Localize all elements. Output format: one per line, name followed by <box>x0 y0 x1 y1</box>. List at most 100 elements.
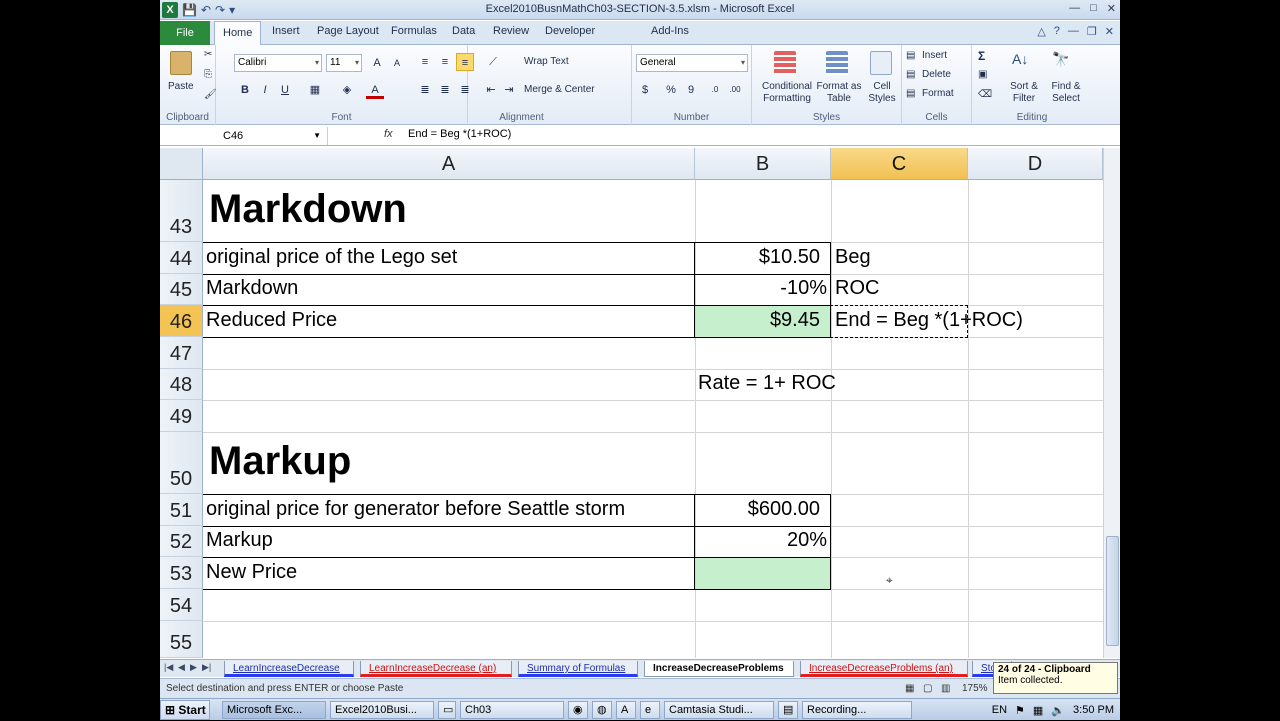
cell-b48[interactable]: Rate = 1+ ROC <box>698 372 836 395</box>
row-header[interactable]: 46 <box>160 305 203 337</box>
name-box[interactable]: C46 ▼ <box>160 127 328 145</box>
autosum-icon[interactable]: Σ <box>978 49 985 63</box>
tab-insert[interactable]: Insert <box>272 25 300 37</box>
cell-c46[interactable]: End = Beg *(1+ROC) <box>835 309 1023 332</box>
font-size-combo[interactable]: 11 <box>326 54 362 72</box>
column-header-d[interactable]: D <box>968 148 1103 180</box>
number-format-combo[interactable]: General <box>636 54 748 72</box>
shrink-font-icon[interactable]: A <box>388 54 406 72</box>
taskbar-item-camtasia[interactable]: Camtasia Studi... <box>664 701 774 719</box>
row-header[interactable]: 43 <box>160 180 203 242</box>
orientation-icon[interactable]: ⟋ <box>484 53 502 71</box>
page-layout-view-icon[interactable]: ▢ <box>923 679 932 698</box>
font-color-icon[interactable]: A <box>366 81 384 99</box>
cut-icon[interactable]: ✂ <box>204 49 212 60</box>
cell-a43[interactable]: Markdown <box>209 187 407 232</box>
network-icon[interactable]: ▦ <box>1033 704 1043 717</box>
align-bottom-icon[interactable]: ≡ <box>456 53 474 71</box>
workbook-close-icon[interactable]: ✕ <box>1105 25 1114 38</box>
sheet-tab[interactable]: LearnIncreaseDecrease (an) <box>360 661 512 677</box>
select-all-corner[interactable] <box>160 148 203 180</box>
format-as-table-icon[interactable] <box>826 51 848 75</box>
taskbar-item-word[interactable]: Excel2010Busi... <box>330 701 434 719</box>
binoculars-icon[interactable]: 🔭 <box>1052 51 1074 75</box>
clock[interactable]: 3:50 PM <box>1073 704 1114 716</box>
cell-b44[interactable]: $10.50 <box>695 246 820 269</box>
decrease-decimal-icon[interactable]: .00 <box>726 81 744 99</box>
cell-a45[interactable]: Markdown <box>206 277 298 300</box>
ie-icon[interactable]: e <box>640 701 660 719</box>
maximize-button[interactable]: □ <box>1090 2 1097 15</box>
wrap-text-button[interactable]: Wrap Text <box>524 56 569 67</box>
row-header[interactable]: 45 <box>160 274 203 305</box>
help-icon[interactable]: ? <box>1054 25 1060 38</box>
cell-c45[interactable]: ROC <box>835 277 879 300</box>
vertical-scrollbar[interactable] <box>1103 148 1120 658</box>
italic-button[interactable]: I <box>256 81 274 99</box>
row-header[interactable]: 44 <box>160 242 203 274</box>
firefox-icon[interactable]: ◍ <box>592 701 612 719</box>
first-sheet-icon[interactable]: |◀ <box>164 662 173 673</box>
tab-developer[interactable]: Developer <box>545 25 595 37</box>
borders-icon[interactable]: ▦ <box>306 81 324 99</box>
access-icon[interactable]: A <box>616 701 636 719</box>
increase-decimal-icon[interactable]: .0 <box>706 81 724 99</box>
flag-icon[interactable]: ⚑ <box>1015 704 1025 717</box>
row-header[interactable]: 49 <box>160 400 203 432</box>
language-indicator[interactable]: EN <box>992 704 1007 716</box>
tab-data[interactable]: Data <box>452 25 475 37</box>
sheet-tab[interactable]: Summary of Formulas <box>518 661 638 677</box>
fill-color-icon[interactable]: ◈ <box>338 81 356 99</box>
row-header[interactable]: 52 <box>160 526 203 557</box>
row-header[interactable]: 50 <box>160 432 203 494</box>
row-header[interactable]: 55 <box>160 621 203 658</box>
minimize-button[interactable]: — <box>1069 2 1080 15</box>
tab-review[interactable]: Review <box>493 25 529 37</box>
underline-button[interactable]: U <box>276 81 294 99</box>
increase-indent-icon[interactable]: ⇥ <box>500 81 518 99</box>
taskbar-item-recording[interactable]: Recording... <box>802 701 912 719</box>
workbook-restore-icon[interactable]: ❐ <box>1087 25 1097 38</box>
tab-add-ins[interactable]: Add-Ins <box>651 25 689 37</box>
row-header[interactable]: 53 <box>160 557 203 589</box>
next-sheet-icon[interactable]: ▶ <box>190 662 197 673</box>
cell-a44[interactable]: original price of the Lego set <box>206 246 457 269</box>
normal-view-icon[interactable]: ▦ <box>905 679 914 698</box>
tab-file[interactable]: File <box>160 21 210 45</box>
taskbar-item-folder[interactable]: Ch03 <box>460 701 564 719</box>
percent-button[interactable]: % <box>662 81 680 99</box>
sheet-tab[interactable]: IncreaseDecreaseProblems (an) <box>800 661 968 677</box>
scrollbar-thumb[interactable] <box>1106 536 1119 646</box>
font-name-combo[interactable]: Calibri <box>234 54 322 72</box>
align-center-icon[interactable]: ≣ <box>436 81 454 99</box>
bold-button[interactable]: B <box>236 81 254 99</box>
cell-a46[interactable]: Reduced Price <box>206 309 337 332</box>
insert-cells-icon[interactable]: ▤ <box>906 50 915 61</box>
workbook-minimize-icon[interactable]: — <box>1068 25 1079 38</box>
insert-cells-button[interactable]: Insert <box>922 50 947 61</box>
taskbar-item-excel[interactable]: Microsoft Exc... <box>222 701 326 719</box>
delete-cells-icon[interactable]: ▤ <box>906 69 915 80</box>
cell-b51[interactable]: $600.00 <box>695 498 820 521</box>
conditional-formatting-button[interactable]: Conditional Formatting <box>760 81 814 105</box>
clipboard-notification[interactable]: 24 of 24 - Clipboard Item collected. <box>993 662 1118 694</box>
sheet-tab[interactable]: LearnIncreaseDecrease <box>224 661 354 677</box>
notepad-icon[interactable]: ▭ <box>438 701 456 719</box>
cell-b46[interactable]: $9.45 <box>695 309 820 332</box>
grow-font-icon[interactable]: A <box>368 54 386 72</box>
tab-page-layout[interactable]: Page Layout <box>317 25 379 37</box>
tab-home[interactable]: Home <box>214 21 262 46</box>
column-header-c[interactable]: C <box>831 148 968 180</box>
cell-b45[interactable]: -10% <box>695 277 827 300</box>
paste-icon[interactable] <box>170 51 192 75</box>
cell-styles-button[interactable]: Cell Styles <box>864 81 900 105</box>
minimize-ribbon-icon[interactable]: △ <box>1037 25 1045 38</box>
paste-button[interactable]: Paste <box>168 81 194 92</box>
page-break-view-icon[interactable]: ▥ <box>941 679 950 698</box>
tab-formulas[interactable]: Formulas <box>391 25 437 37</box>
prev-sheet-icon[interactable]: ◀ <box>178 662 185 673</box>
close-button[interactable]: ✕ <box>1107 2 1116 15</box>
clear-icon[interactable]: ⌫ <box>978 89 992 100</box>
start-button[interactable]: ⊞ Start <box>160 700 210 720</box>
formula-input[interactable]: End = Beg *(1+ROC) <box>408 128 511 140</box>
